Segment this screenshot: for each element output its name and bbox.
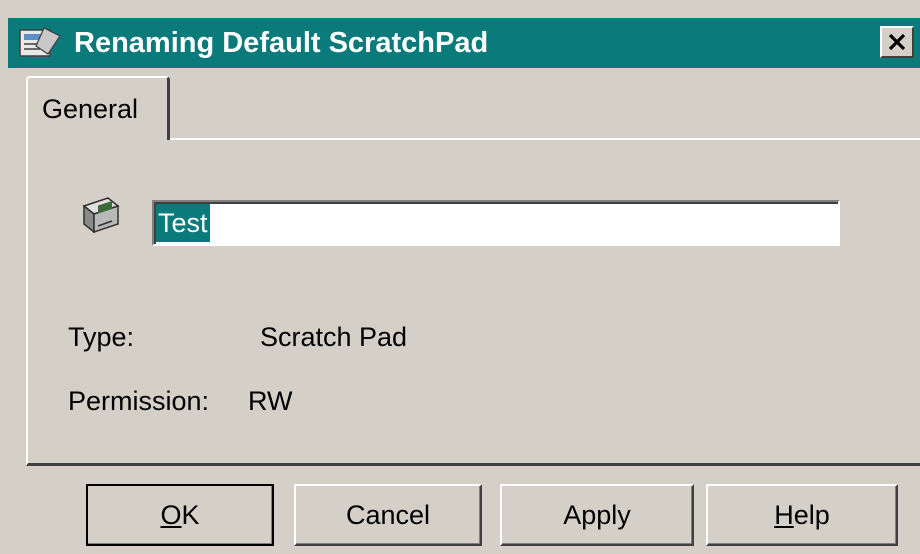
name-field-selected-text: Test [156,204,210,242]
title-bar[interactable]: Renaming Default ScratchPad [8,18,920,68]
help-button[interactable]: Help [706,484,898,546]
scratchpad-icon [82,197,120,234]
close-icon [888,33,906,51]
apply-button[interactable]: Apply [500,484,694,546]
type-label: Type: [68,322,135,352]
scratchpad-window-icon [19,27,61,57]
ok-button-rest: K [181,499,200,530]
permission-value: RW [248,386,293,416]
cancel-button[interactable]: Cancel [294,484,482,546]
window-title: Renaming Default ScratchPad [74,27,489,59]
permission-label: Permission: [68,386,210,416]
type-value: Scratch Pad [260,322,408,352]
rename-dialog: Renaming Default ScratchPad General Test… [0,0,920,554]
apply-button-label: Apply [563,499,631,530]
tab-general-label: General [42,94,139,124]
help-button-rest: elp [793,499,830,530]
help-button-accel: H [774,499,794,530]
close-button[interactable] [880,26,914,58]
cancel-button-label: Cancel [345,499,431,530]
tab-general[interactable]: General [26,76,170,140]
ok-button[interactable]: OK [86,484,274,546]
ok-button-accel: O [160,499,182,530]
name-field[interactable]: Test [152,200,840,246]
